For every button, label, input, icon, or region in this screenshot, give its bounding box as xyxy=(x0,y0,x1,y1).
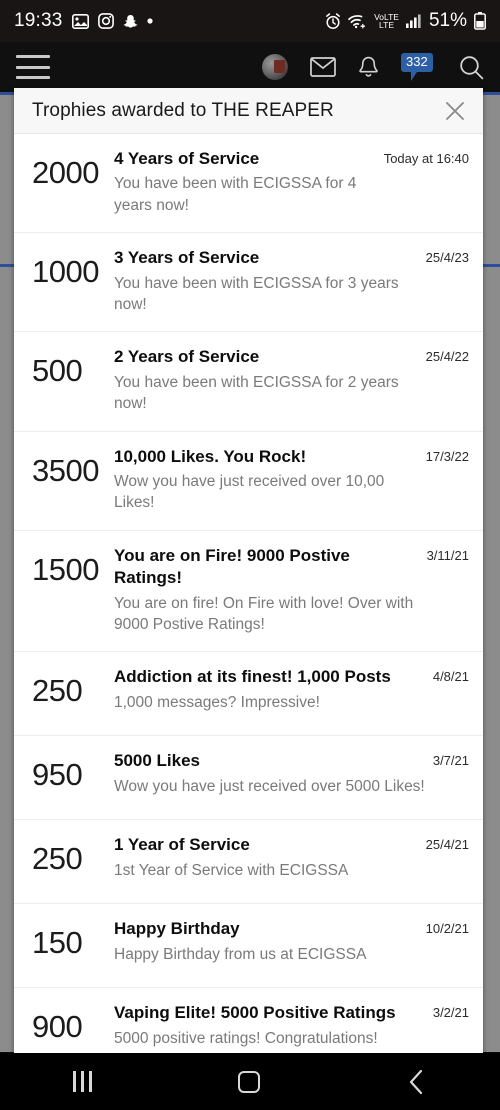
trophy-points: 250 xyxy=(32,841,83,877)
trophy-points: 500 xyxy=(32,353,83,389)
wifi-icon xyxy=(348,14,367,29)
status-bar-right: VoLTE LTE 51% xyxy=(325,10,486,32)
trophy-description: Wow you have just received over 5000 Lik… xyxy=(114,777,425,795)
trophies-dialog: Trophies awarded to THE REAPER 2000 4 Yea… xyxy=(14,88,483,1056)
trophy-row[interactable]: 1500 You are on Fire! 9000 Postive Rating… xyxy=(14,531,483,653)
dot-icon xyxy=(146,18,153,24)
trophy-points: 1000 xyxy=(32,254,99,290)
trophy-date: 10/2/21 xyxy=(425,921,469,937)
alarm-icon xyxy=(325,12,341,30)
trophy-description: Happy Birthday from us at ECIGSSA xyxy=(114,945,367,963)
trophy-body: Vaping Elite! 5000 Positive Ratings 5000 … xyxy=(114,1002,433,1049)
search-icon[interactable] xyxy=(459,55,484,80)
trophy-title: 4 Years of Service xyxy=(114,149,260,168)
trophy-points: 250 xyxy=(32,673,83,709)
trophy-title: Happy Birthday xyxy=(114,919,240,939)
trophy-title: 1 Year of Service xyxy=(114,835,250,855)
dialog-title: Trophies awarded to THE REAPER xyxy=(32,99,334,121)
trophy-date: 3/7/21 xyxy=(432,753,469,769)
envelope-icon[interactable] xyxy=(310,57,336,77)
trophy-title: Addiction at its finest! 1,000 Posts xyxy=(114,667,391,687)
alerts-badge-tail xyxy=(411,72,417,81)
trophy-description: 5000 positive ratings! Congratulations! xyxy=(114,1029,378,1047)
trophy-body: 1 Year of Service 1st Year of Service wit… xyxy=(114,834,426,881)
trophy-date: 3/2/21 xyxy=(432,1005,469,1021)
trophy-description: You are on fire! On Fire with love! Over… xyxy=(114,594,414,633)
trophy-title: 2 Years of Service xyxy=(114,347,260,367)
trophy-title: 5000 Likes xyxy=(114,751,201,771)
trophy-points: 2000 xyxy=(32,155,99,190)
dialog-header: Trophies awarded to THE REAPER xyxy=(14,88,483,134)
trophy-row[interactable]: 950 5000 Likes Wow you have just received … xyxy=(14,736,483,821)
trophy-description: Wow you have just received over 10,00 Li… xyxy=(114,473,385,512)
signal-bars-icon xyxy=(405,14,422,28)
trophy-date: 3/11/21 xyxy=(426,547,469,563)
trophy-date: 25/4/22 xyxy=(425,349,469,365)
battery-percent-label: 51% xyxy=(428,10,467,31)
trophy-description: 1,000 messages? Impressive! xyxy=(114,693,320,711)
trophy-date: 17/3/22 xyxy=(425,448,469,464)
trophy-body: 10,000 Likes. You Rock! Wow you have just… xyxy=(114,446,426,514)
back-icon[interactable] xyxy=(407,1069,427,1095)
status-bar-left: 19:33 xyxy=(14,10,153,32)
volte-bottom-label: LTE xyxy=(379,20,394,30)
notification-bell-icon[interactable] xyxy=(358,56,379,79)
battery-icon xyxy=(474,12,486,30)
trophy-description: You have been with ECIGSSA for 4 years n… xyxy=(114,175,357,214)
trophy-body: 5000 Likes Wow you have just received ove… xyxy=(114,750,433,797)
trophy-row[interactable]: 1000 3 Years of Service You have been with… xyxy=(14,233,483,333)
trophy-points: 900 xyxy=(32,1009,83,1045)
phone-screen: 19:33 VoLTE LTE 51% 332 Trophies awarded… xyxy=(0,0,500,1110)
trophy-description: You have been with ECIGSSA for 3 years n… xyxy=(114,274,399,313)
alerts-badge-count: 332 xyxy=(401,53,433,73)
app-header-bar: 332 xyxy=(0,42,500,92)
trophy-body: 2 Years of Service You have been with ECI… xyxy=(114,346,426,414)
trophy-body: 4 Years of Service You have been with ECI… xyxy=(114,148,384,216)
trophy-row[interactable]: 2000 4 Years of Service You have been with… xyxy=(14,134,483,234)
trophy-points: 1500 xyxy=(32,551,99,587)
trophy-points: 3500 xyxy=(32,452,99,488)
status-clock: 19:33 xyxy=(14,10,63,31)
trophy-date: 4/8/21 xyxy=(432,669,469,685)
trophy-title: 3 Years of Service xyxy=(114,248,260,268)
trophy-points: 150 xyxy=(32,925,83,961)
status-bar: 19:33 VoLTE LTE 51% xyxy=(0,0,500,42)
android-navigation-bar xyxy=(0,1053,500,1110)
trophy-date: Today at 16:40 xyxy=(383,151,469,166)
trophy-date: 25/4/21 xyxy=(425,837,469,853)
trophy-list[interactable]: 2000 4 Years of Service You have been with… xyxy=(14,134,483,1056)
alerts-badge[interactable]: 332 xyxy=(401,52,437,82)
trophy-title: Vaping Elite! 5000 Positive Ratings xyxy=(114,1003,396,1023)
trophy-body: 3 Years of Service You have been with ECI… xyxy=(114,247,426,315)
trophy-body: You are on Fire! 9000 Postive Ratings! Yo… xyxy=(114,545,427,636)
home-icon[interactable] xyxy=(238,1070,261,1093)
volte-icon: VoLTE LTE xyxy=(374,13,399,30)
trophy-row[interactable]: 3500 10,000 Likes. You Rock! Wow you have … xyxy=(14,432,483,531)
user-avatar[interactable] xyxy=(262,54,288,80)
trophy-body: Addiction at its finest! 1,000 Posts 1,00… xyxy=(114,666,433,713)
trophy-row[interactable]: 150 Happy Birthday Happy Birthday from us … xyxy=(14,904,483,989)
trophy-points: 950 xyxy=(32,757,83,793)
trophy-date: 25/4/23 xyxy=(425,250,469,266)
hamburger-menu-icon[interactable] xyxy=(16,55,50,79)
snapchat-icon xyxy=(123,14,138,29)
trophy-description: You have been with ECIGSSA for 2 years n… xyxy=(114,373,399,413)
trophy-row[interactable]: 250 1 Year of Service 1st Year of Service … xyxy=(14,820,483,905)
photos-icon xyxy=(71,13,89,29)
instagram-icon xyxy=(97,13,114,29)
recents-icon[interactable] xyxy=(73,1071,93,1092)
trophy-row[interactable]: 900 Vaping Elite! 5000 Positive Ratings 50… xyxy=(14,988,483,1056)
trophy-description: 1st Year of Service with ECIGSSA xyxy=(114,861,349,879)
trophy-title: 10,000 Likes. You Rock! xyxy=(114,446,307,466)
trophy-title: You are on Fire! 9000 Postive Ratings! xyxy=(114,545,350,588)
trophy-body: Happy Birthday Happy Birthday from us at … xyxy=(114,918,426,965)
trophy-row[interactable]: 250 Addiction at its finest! 1,000 Posts 1… xyxy=(14,652,483,737)
trophy-row[interactable]: 500 2 Years of Service You have been with … xyxy=(14,332,483,432)
close-icon[interactable] xyxy=(443,99,467,123)
app-header-actions: 332 xyxy=(262,52,484,82)
